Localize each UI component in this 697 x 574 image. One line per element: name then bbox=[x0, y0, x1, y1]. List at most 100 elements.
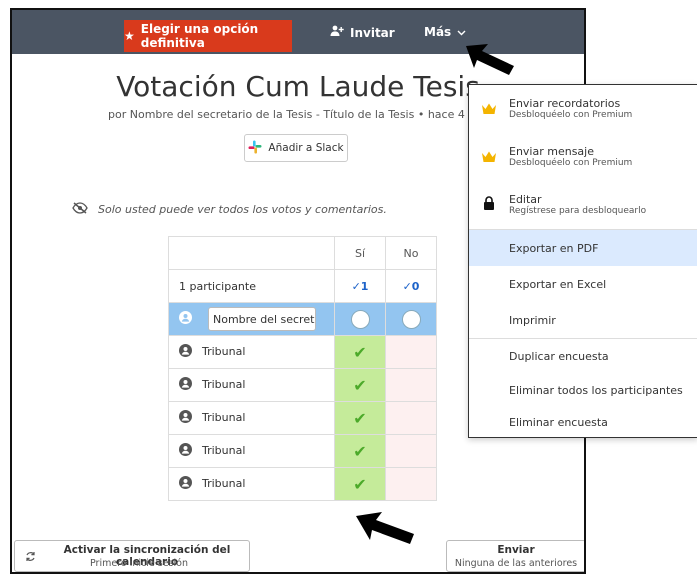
participant-row: Tribunal ✔ bbox=[168, 335, 437, 369]
participant-row: Tribunal ✔ bbox=[168, 467, 437, 501]
participant-name-cell: Tribunal bbox=[168, 434, 335, 468]
chevron-down-icon bbox=[457, 25, 466, 39]
participant-name-cell: Tribunal bbox=[168, 401, 335, 435]
user-icon bbox=[179, 377, 192, 393]
menu-item-label: Exportar en PDF bbox=[509, 241, 599, 255]
menu-item-label: Eliminar encuesta bbox=[509, 415, 608, 429]
checkmark-icon: ✔ bbox=[353, 408, 367, 428]
menu-item-label: Enviar mensaje bbox=[509, 144, 594, 158]
choose-final-option-button[interactable]: ★ Elegir una opción definitiva bbox=[124, 20, 292, 52]
participant-name: Tribunal bbox=[202, 411, 246, 424]
participant-name-cell: Tribunal bbox=[168, 467, 335, 501]
lock-icon bbox=[469, 195, 509, 214]
vote-no-cell bbox=[385, 434, 437, 468]
summary-row: 1 participante ✓ 1 ✓0 bbox=[168, 269, 437, 303]
more-label: Más bbox=[424, 25, 452, 39]
checkmark-icon: ✔ bbox=[353, 441, 367, 461]
new-participant-name-cell: Nombre del secret bbox=[168, 302, 335, 336]
send-sub: Ninguna de las anteriores bbox=[454, 558, 578, 569]
vote-no-cell bbox=[385, 401, 437, 435]
menu-item-sublabel: Desbloquéelo con Premium bbox=[509, 157, 633, 168]
annotation-arrow-icon bbox=[356, 512, 414, 544]
poll-table: Sí No 1 participante ✓ 1 ✓0 Nombre del se… bbox=[168, 236, 437, 501]
menu-item-print[interactable]: Imprimir bbox=[469, 302, 697, 338]
vote-no-cell bbox=[385, 467, 437, 501]
vote-yes-cell: ✔ bbox=[334, 335, 386, 369]
add-user-icon bbox=[330, 25, 344, 40]
send-button[interactable]: Enviar Ninguna de las anteriores bbox=[446, 540, 584, 572]
participant-row: Tribunal ✔ bbox=[168, 434, 437, 468]
participant-row: Tribunal ✔ bbox=[168, 401, 437, 435]
menu-item-label: Eliminar todos los participantes bbox=[509, 383, 683, 397]
menu-item-edit[interactable]: Editar Regístrese para desbloquearlo bbox=[469, 181, 697, 227]
user-icon bbox=[179, 311, 192, 327]
calendar-sync-sub: Primero inicie sesión bbox=[90, 558, 188, 569]
vote-yes-cell: ✔ bbox=[334, 467, 386, 501]
yes-count: 1 bbox=[360, 279, 369, 293]
add-to-slack-label: Añadir a Slack bbox=[268, 142, 344, 154]
privacy-note: Solo usted puede ver todos los votos y c… bbox=[72, 202, 387, 217]
menu-item-sublabel: Desbloquéelo con Premium bbox=[509, 109, 633, 120]
more-dropdown-menu: Enviar recordatorios Desbloquéelo con Pre… bbox=[468, 84, 697, 438]
participant-name: Tribunal bbox=[202, 444, 246, 457]
menu-item-send-reminders[interactable]: Enviar recordatorios Desbloquéelo con Pre… bbox=[469, 85, 697, 131]
menu-item-label: Enviar recordatorios bbox=[509, 96, 621, 110]
slack-icon bbox=[248, 140, 262, 157]
column-header-no: No bbox=[385, 236, 437, 270]
participant-name-input[interactable]: Nombre del secret bbox=[208, 307, 316, 331]
vote-yes-cell: ✔ bbox=[334, 434, 386, 468]
user-icon bbox=[179, 443, 192, 459]
vote-no-cell bbox=[385, 368, 437, 402]
no-count: 0 bbox=[411, 279, 420, 293]
vote-no-cell bbox=[385, 302, 437, 336]
vote-yes-cell: ✔ bbox=[334, 401, 386, 435]
participant-name-cell: Tribunal bbox=[168, 335, 335, 369]
menu-item-delete-poll[interactable]: Eliminar encuesta bbox=[469, 407, 697, 437]
invite-label: Invitar bbox=[350, 25, 395, 40]
menu-item-label: Duplicar encuesta bbox=[509, 349, 609, 363]
vote-yes-radio[interactable] bbox=[350, 309, 370, 329]
privacy-note-text: Solo usted puede ver todos los votos y c… bbox=[98, 203, 387, 216]
menu-item-export-pdf[interactable]: Exportar en PDF bbox=[469, 230, 697, 266]
participant-name: Tribunal bbox=[202, 345, 246, 358]
invite-button[interactable]: Invitar bbox=[330, 25, 395, 40]
add-to-slack-button[interactable]: Añadir a Slack bbox=[244, 134, 348, 162]
crown-icon bbox=[469, 147, 509, 166]
new-participant-row: Nombre del secret bbox=[168, 302, 437, 336]
participant-row: Tribunal ✔ bbox=[168, 368, 437, 402]
checkmark-icon: ✔ bbox=[353, 474, 367, 494]
calendar-sync-button[interactable]: Activar la sincronización del calendario… bbox=[14, 540, 250, 572]
menu-item-label: Exportar en Excel bbox=[509, 277, 607, 291]
participant-name-cell: Tribunal bbox=[168, 368, 335, 402]
menu-item-send-message[interactable]: Enviar mensaje Desbloquéelo con Premium bbox=[469, 133, 697, 179]
crown-icon bbox=[469, 99, 509, 118]
menu-item-export-excel[interactable]: Exportar en Excel bbox=[469, 266, 697, 302]
checkmark-icon: ✔ bbox=[353, 375, 367, 395]
user-icon bbox=[179, 410, 192, 426]
more-menu-button[interactable]: Más bbox=[424, 25, 466, 39]
poll-subtitle: por Nombre del secretario de la Tesis - … bbox=[108, 108, 497, 121]
checkmark-icon: ✔ bbox=[353, 342, 367, 362]
vote-yes-cell bbox=[334, 302, 386, 336]
participant-name: Tribunal bbox=[202, 477, 246, 490]
participant-count: 1 participante bbox=[168, 269, 335, 303]
star-icon: ★ bbox=[124, 29, 135, 43]
menu-item-sublabel: Regístrese para desbloquearlo bbox=[509, 205, 647, 216]
column-header-yes: Sí bbox=[334, 236, 386, 270]
no-total: ✓0 bbox=[385, 269, 437, 303]
header-empty-cell bbox=[168, 236, 335, 270]
user-icon bbox=[179, 344, 192, 360]
vote-no-cell bbox=[385, 335, 437, 369]
vote-yes-cell: ✔ bbox=[334, 368, 386, 402]
menu-item-duplicate-poll[interactable]: Duplicar encuesta bbox=[469, 339, 697, 373]
send-label: Enviar bbox=[497, 544, 535, 556]
checkmark-icon: ✓ bbox=[402, 279, 412, 293]
choose-final-option-label: Elegir una opción definitiva bbox=[140, 22, 259, 50]
vote-no-radio[interactable] bbox=[401, 309, 421, 329]
user-icon bbox=[179, 476, 192, 492]
menu-item-label: Imprimir bbox=[509, 313, 556, 327]
eye-off-icon bbox=[72, 202, 88, 217]
menu-item-label: Editar bbox=[509, 192, 542, 206]
poll-header-row: Sí No bbox=[168, 236, 437, 270]
menu-item-delete-participants[interactable]: Eliminar todos los participantes bbox=[469, 373, 697, 407]
